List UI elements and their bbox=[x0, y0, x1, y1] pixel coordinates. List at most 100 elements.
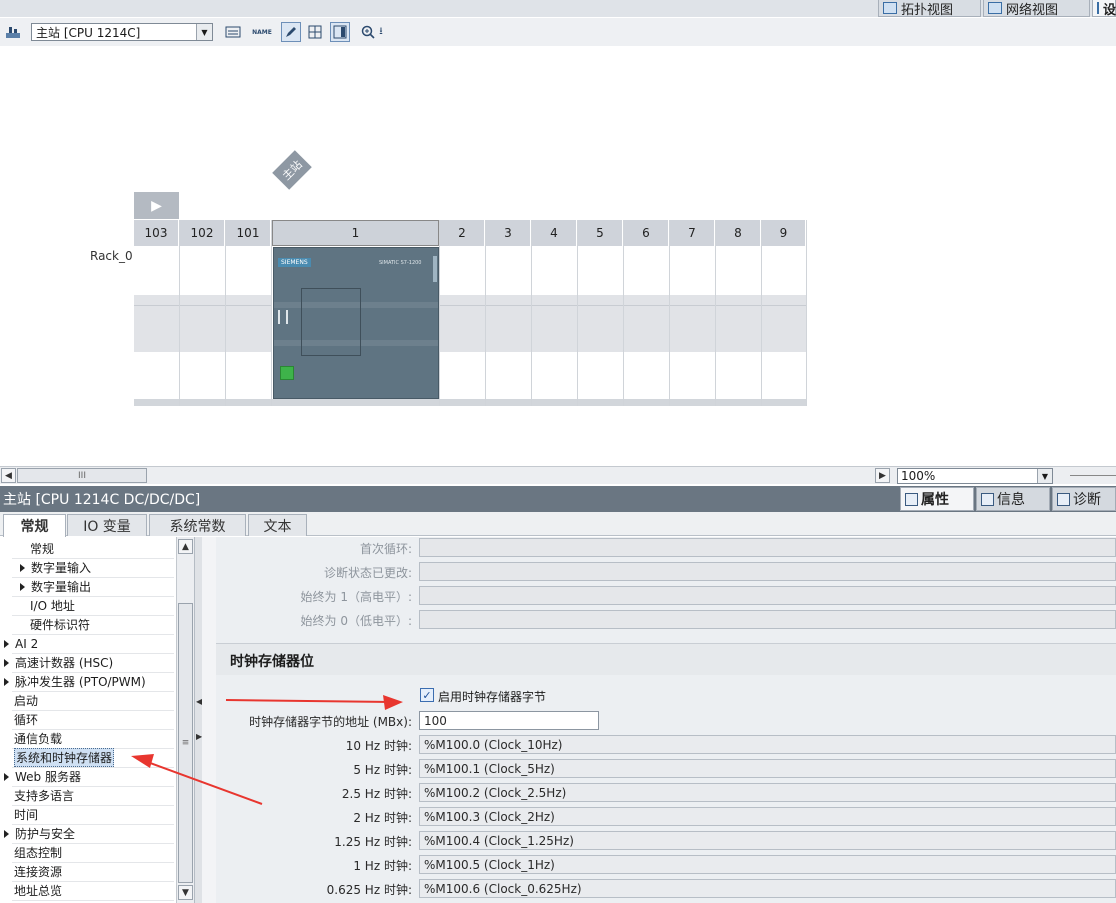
diagnostics-icon bbox=[1057, 492, 1070, 506]
rack-label: Rack_0 bbox=[90, 249, 133, 263]
tab-topology-view[interactable]: 拓扑视图 bbox=[878, 0, 981, 18]
tab-system-constants[interactable]: 系统常数 bbox=[149, 514, 246, 536]
nav-item[interactable]: 连接资源 bbox=[14, 862, 62, 881]
canvas-hscroll[interactable]: ◀ III ▶ 100% ▼ bbox=[0, 466, 1116, 484]
rack-slot-8[interactable]: 8 bbox=[716, 220, 762, 406]
nav-item[interactable]: 时间 bbox=[14, 805, 38, 824]
nav-item[interactable]: Web 服务器 bbox=[4, 767, 81, 786]
property-field[interactable]: %M100.2 (Clock_2.5Hz) bbox=[419, 783, 1116, 802]
property-field[interactable]: %M100.4 (Clock_1.25Hz) bbox=[419, 831, 1116, 850]
scroll-down-icon[interactable]: ▼ bbox=[178, 885, 193, 900]
network-icon bbox=[988, 2, 1002, 14]
rack-slot-7[interactable]: 7 bbox=[670, 220, 716, 406]
slot-number: 8 bbox=[716, 220, 761, 246]
zoom-select[interactable]: 100% ▼ bbox=[897, 468, 1053, 484]
tab-properties[interactable]: 属性 bbox=[900, 487, 974, 511]
rack-slot-101[interactable]: 101 bbox=[226, 220, 272, 406]
topology-icon bbox=[883, 2, 897, 14]
scroll-up-icon[interactable]: ▲ bbox=[178, 539, 193, 554]
expand-arrow-icon[interactable] bbox=[4, 772, 9, 781]
property-field[interactable]: %M100.6 (Clock_0.625Hz) bbox=[419, 879, 1116, 898]
tab-texts-label: 文本 bbox=[263, 518, 292, 535]
nav-item-label: 常规 bbox=[30, 542, 55, 556]
nav-item[interactable]: 防护与安全 bbox=[4, 824, 75, 843]
nav-item[interactable]: 脉冲发生器 (PTO/PWM) bbox=[4, 672, 146, 691]
property-label: 5 Hz 时钟: bbox=[353, 763, 412, 777]
rack-slot-4[interactable]: 4 bbox=[532, 220, 578, 406]
nav-item[interactable]: 数字量输出 bbox=[20, 577, 91, 596]
rack-slot-102[interactable]: 102 bbox=[180, 220, 226, 406]
scroll-right-icon[interactable]: ▶ bbox=[875, 468, 890, 483]
rack-slot-103[interactable]: 103 bbox=[134, 220, 180, 406]
nav-item[interactable]: 硬件标识符 bbox=[30, 615, 90, 634]
hscroll-grip: III bbox=[78, 470, 86, 481]
expand-arrow-icon[interactable] bbox=[20, 582, 25, 591]
tab-io-tags[interactable]: IO 变量 bbox=[67, 514, 147, 536]
download-arrow-icon[interactable]: ⭳ bbox=[374, 22, 388, 42]
property-field[interactable] bbox=[419, 562, 1116, 581]
grid-icon[interactable] bbox=[305, 22, 325, 42]
chevron-down-icon[interactable]: ▼ bbox=[196, 24, 212, 40]
tab-network-view[interactable]: 网络视图 bbox=[983, 0, 1090, 18]
rack-slot-9[interactable]: 9 bbox=[762, 220, 807, 406]
vscroll-thumb[interactable]: ≡ bbox=[178, 603, 193, 883]
tab-texts[interactable]: 文本 bbox=[248, 514, 307, 536]
tab-diagnostics-label: 诊断 bbox=[1073, 492, 1101, 508]
device-canvas[interactable]: 主站 ▶ Rack_0 103 102 101 1 2 3 4 5 6 7 8 … bbox=[0, 46, 1116, 466]
tab-general[interactable]: 常规 bbox=[3, 514, 66, 537]
nav-item[interactable]: 地址总览 bbox=[14, 881, 62, 900]
zoom-slider[interactable] bbox=[1070, 475, 1116, 476]
nav-item[interactable]: I/O 地址 bbox=[30, 596, 75, 615]
property-field[interactable]: %M100.1 (Clock_5Hz) bbox=[419, 759, 1116, 778]
rack-expand-button[interactable]: ▶ bbox=[134, 192, 179, 219]
expand-arrow-icon[interactable] bbox=[4, 677, 9, 686]
rack-slot-5[interactable]: 5 bbox=[578, 220, 624, 406]
scroll-left-icon[interactable]: ◀ bbox=[1, 468, 16, 483]
panel-icon[interactable] bbox=[330, 22, 350, 42]
hscroll-thumb[interactable]: III bbox=[17, 468, 147, 483]
nav-item[interactable]: 数字量输入 bbox=[20, 558, 91, 577]
rack-slot-2[interactable]: 2 bbox=[440, 220, 486, 406]
view-tab-bar: 拓扑视图 网络视图 设 bbox=[0, 0, 1116, 18]
nav-item[interactable]: 启动 bbox=[14, 691, 38, 710]
rack-slot-3[interactable]: 3 bbox=[486, 220, 532, 406]
property-field[interactable]: 100 bbox=[419, 711, 599, 730]
property-field[interactable]: %M100.3 (Clock_2Hz) bbox=[419, 807, 1116, 826]
nav-vscroll[interactable]: ▲ ≡ ▼ bbox=[176, 537, 194, 903]
nav-item-label: 组态控制 bbox=[14, 846, 63, 860]
nav-item[interactable]: 支持多语言 bbox=[14, 786, 74, 805]
hardware-tree-icon[interactable] bbox=[3, 22, 23, 42]
slot-number: 101 bbox=[226, 220, 271, 246]
property-field[interactable]: %M100.0 (Clock_10Hz) bbox=[419, 735, 1116, 754]
property-field[interactable] bbox=[419, 586, 1116, 605]
nav-item-label: 通信负载 bbox=[14, 732, 63, 746]
tab-info[interactable]: 信息 bbox=[976, 487, 1050, 511]
tab-diagnostics[interactable]: 诊断 bbox=[1052, 487, 1116, 511]
expand-arrow-icon[interactable] bbox=[4, 639, 9, 648]
property-field[interactable] bbox=[419, 610, 1116, 629]
chevron-down-icon[interactable]: ▼ bbox=[1037, 469, 1052, 483]
tab-device-view[interactable]: 设 bbox=[1092, 0, 1116, 18]
nav-item[interactable]: 组态控制 bbox=[14, 843, 62, 862]
cpu-module[interactable]: SIEMENS SIMATIC S7-1200 bbox=[273, 247, 439, 399]
edit-icon[interactable] bbox=[281, 22, 301, 42]
expand-arrow-icon[interactable] bbox=[4, 658, 9, 667]
expand-arrow-icon[interactable] bbox=[20, 563, 25, 572]
expand-arrow-icon[interactable] bbox=[4, 829, 9, 838]
property-field[interactable] bbox=[419, 538, 1116, 557]
nav-item[interactable]: 系统和时钟存储器 bbox=[14, 748, 115, 767]
enable-clock-byte-checkbox[interactable]: ✓ bbox=[420, 688, 434, 702]
property-label: 时钟存储器字节的地址 (MBx): bbox=[249, 715, 412, 729]
panel-splitter[interactable]: ◀ ▶ bbox=[194, 537, 202, 903]
nav-item-label: 地址总览 bbox=[14, 884, 63, 898]
nav-item[interactable]: 通信负载 bbox=[14, 729, 62, 748]
device-select[interactable]: 主站 [CPU 1214C] ▼ bbox=[31, 23, 213, 41]
show-names-icon[interactable]: NAME bbox=[252, 22, 272, 42]
nav-item[interactable]: 常规 bbox=[30, 539, 54, 558]
nav-item[interactable]: 循环 bbox=[14, 710, 38, 729]
rack-slot-6[interactable]: 6 bbox=[624, 220, 670, 406]
property-field[interactable]: %M100.5 (Clock_1Hz) bbox=[419, 855, 1116, 874]
nav-item[interactable]: AI 2 bbox=[4, 634, 38, 653]
nav-item[interactable]: 高速计数器 (HSC) bbox=[4, 653, 113, 672]
device-overview-icon[interactable] bbox=[223, 22, 243, 42]
